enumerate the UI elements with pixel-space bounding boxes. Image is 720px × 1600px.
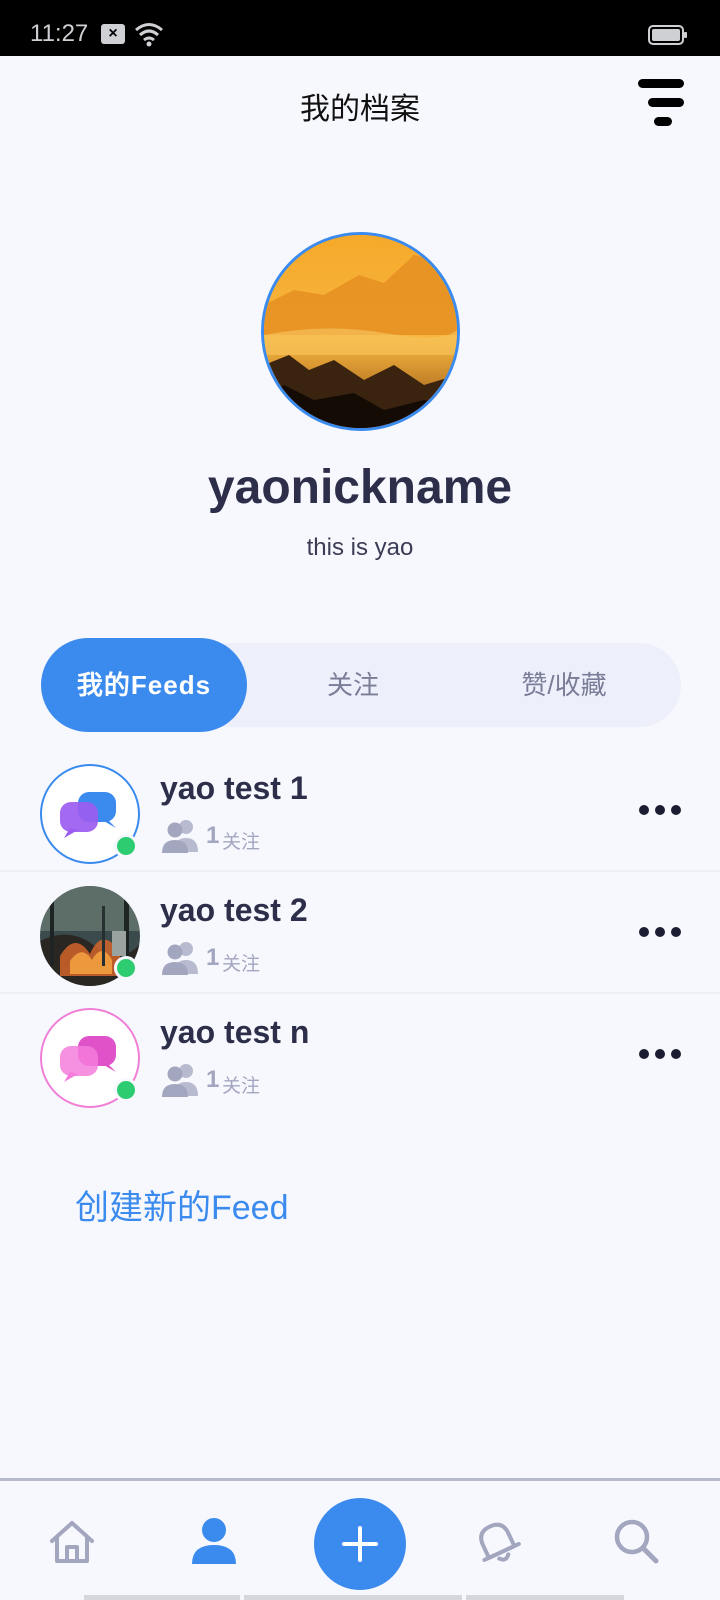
search-icon[interactable]	[612, 1517, 660, 1565]
people-icon	[162, 942, 198, 975]
mountain-sunset-image	[264, 235, 457, 428]
plus-icon	[342, 1526, 378, 1562]
tab-my-feeds[interactable]: 我的Feeds	[41, 638, 247, 732]
notification-icon: ×	[101, 24, 125, 44]
people-icon	[162, 1064, 198, 1097]
status-bar: 11:27 ×	[0, 0, 720, 56]
feed-name: yao test n	[160, 1014, 310, 1050]
home-indicator	[84, 1595, 240, 1600]
battery-icon	[648, 25, 687, 45]
feed-follow-label: 关注	[222, 832, 261, 853]
profile-bio: this is yao	[306, 534, 414, 561]
tab-likes-favorites[interactable]: 赞/收藏	[461, 643, 667, 727]
more-options-icon[interactable]	[638, 920, 682, 944]
online-status-dot	[114, 1078, 138, 1102]
bottom-nav	[0, 1478, 720, 1600]
bell-icon[interactable]	[472, 1517, 522, 1567]
feed-follow-label: 关注	[222, 1076, 261, 1097]
home-icon[interactable]	[48, 1519, 96, 1565]
profile-nickname: yaonickname	[207, 461, 513, 514]
people-icon	[162, 820, 198, 853]
profile-avatar[interactable]	[261, 232, 460, 431]
online-status-dot	[114, 956, 138, 980]
feed-follower-count: 1	[206, 944, 220, 971]
add-button[interactable]	[314, 1498, 406, 1590]
status-time: 11:27	[30, 20, 89, 47]
page-title: 我的档案	[300, 93, 420, 126]
profile-screen: 11:27 × 我的档案 yaonickname this is yao 我的F…	[0, 0, 720, 1600]
more-options-icon[interactable]	[638, 1042, 682, 1066]
home-indicator	[244, 1595, 462, 1600]
feed-row[interactable]: yao test n 1 关注	[0, 994, 720, 1116]
home-indicator	[466, 1595, 624, 1600]
feed-row[interactable]: yao test 1 1 关注	[0, 750, 720, 872]
create-feed-link[interactable]: 创建新的Feed	[75, 1180, 289, 1229]
more-options-icon[interactable]	[638, 798, 682, 822]
profile-tabs: 我的Feeds 关注 赞/收藏	[41, 638, 681, 732]
menu-icon[interactable]	[636, 76, 688, 132]
online-status-dot	[114, 834, 138, 858]
feed-name: yao test 1	[160, 770, 308, 806]
profile-icon[interactable]	[191, 1517, 237, 1565]
feed-follower-count: 1	[206, 1066, 220, 1093]
feed-follow-label: 关注	[222, 954, 261, 975]
wifi-icon	[135, 23, 163, 47]
feed-name: yao test 2	[160, 892, 308, 928]
feed-follower-count: 1	[206, 822, 220, 849]
tab-following[interactable]: 关注	[250, 643, 456, 727]
feed-row[interactable]: yao test 2 1 关注	[0, 872, 720, 994]
